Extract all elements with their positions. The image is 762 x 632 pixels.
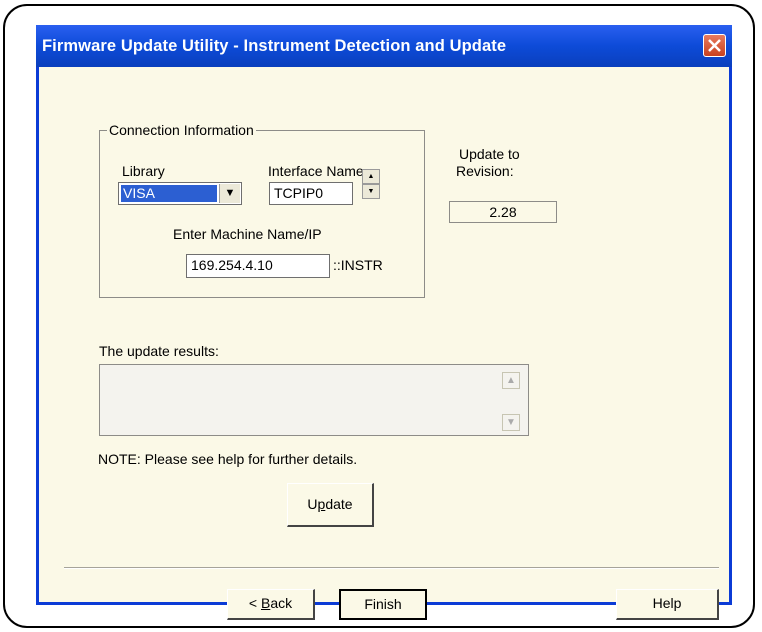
revision-label: Revision: (456, 163, 514, 179)
interface-spinner[interactable]: ▲ ▼ (362, 169, 380, 200)
finish-button[interactable]: Finish (339, 589, 427, 620)
back-button[interactable]: < Back (227, 589, 315, 620)
close-icon (708, 39, 721, 52)
scroll-up-icon[interactable]: ▲ (502, 372, 520, 389)
connection-group-label: Connection Information (107, 122, 256, 138)
back-label-a: < (248, 595, 261, 611)
interface-name-input[interactable]: TCPIP0 (269, 182, 353, 205)
update-results-label: The update results: (99, 343, 219, 359)
dropdown-arrow-icon[interactable]: ▼ (219, 184, 240, 203)
machine-name-label: Enter Machine Name/IP (173, 226, 322, 242)
back-label-c: ack (270, 595, 293, 611)
library-label: Library (122, 163, 165, 179)
close-button[interactable] (703, 34, 726, 57)
scroll-down-icon[interactable]: ▼ (502, 414, 520, 431)
help-note: NOTE: Please see help for further detail… (98, 451, 358, 467)
help-button[interactable]: Help (616, 589, 719, 620)
title-bar: Firmware Update Utility - Instrument Det… (36, 25, 732, 67)
dialog-client-area: Connection Information Library VISA ▼ In… (39, 67, 729, 620)
update-results-textarea[interactable]: ▲ ▼ (99, 364, 529, 436)
library-selected-value: VISA (121, 185, 217, 202)
window-title: Firmware Update Utility - Instrument Det… (42, 37, 507, 55)
spin-down-icon[interactable]: ▼ (362, 184, 380, 199)
library-select[interactable]: VISA ▼ (118, 182, 242, 205)
update-button[interactable]: Update (287, 483, 374, 527)
instr-suffix: ::INSTR (333, 257, 383, 273)
interface-name-label: Interface Name (268, 163, 364, 179)
button-divider (64, 567, 719, 569)
machine-ip-input[interactable]: 169.254.4.10 (186, 254, 330, 278)
update-to-label: Update to (459, 146, 520, 162)
update-label-a: U (307, 496, 318, 512)
connection-groupbox: Connection Information Library VISA ▼ In… (99, 122, 425, 298)
update-label-c: date (325, 496, 353, 512)
dialog-window: Firmware Update Utility - Instrument Det… (36, 25, 732, 620)
back-label-b: B (260, 595, 271, 611)
revision-value: 2.28 (449, 201, 557, 223)
spin-up-icon[interactable]: ▲ (362, 169, 380, 184)
